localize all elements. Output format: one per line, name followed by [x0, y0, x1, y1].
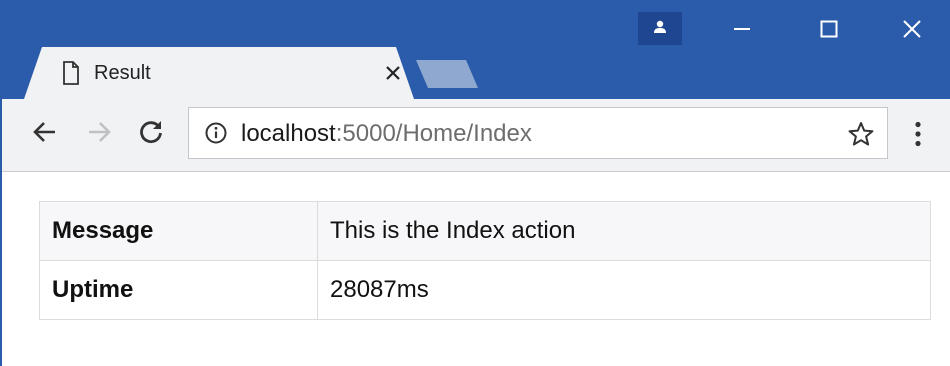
maximize-button[interactable]: [799, 6, 859, 50]
table-value: This is the Index action: [317, 201, 931, 261]
url-path: :5000/Home/Index: [335, 120, 532, 147]
back-button[interactable]: [28, 118, 62, 152]
profile-button[interactable]: [638, 12, 682, 45]
table-row: Message This is the Index action: [39, 201, 931, 261]
toolbar: localhost:5000/Home/Index: [2, 99, 950, 172]
reload-icon: [140, 121, 162, 144]
address-bar[interactable]: localhost:5000/Home/Index: [188, 107, 888, 159]
close-icon: [386, 66, 400, 80]
document-icon: [62, 61, 80, 90]
close-icon: [903, 20, 921, 38]
tab-close-button[interactable]: [380, 59, 406, 85]
browser-window: Result localhost:5000/Home/Index Message…: [0, 0, 950, 366]
maximize-icon: [820, 20, 838, 38]
url-host: localhost: [241, 120, 336, 147]
star-icon[interactable]: [848, 121, 874, 152]
person-icon: [654, 20, 666, 33]
table-key: Message: [39, 201, 318, 261]
forward-arrow-icon: [89, 122, 111, 142]
table-row: Uptime 28087ms: [39, 260, 931, 320]
tab-title: Result: [94, 62, 151, 84]
minimize-button[interactable]: [712, 6, 772, 50]
title-bar: Result: [2, 0, 950, 99]
close-window-button[interactable]: [882, 6, 942, 50]
info-table: Message This is the Index action Uptime …: [39, 201, 931, 320]
kebab-menu-icon[interactable]: [914, 121, 922, 152]
reload-button[interactable]: [134, 118, 168, 152]
forward-button[interactable]: [82, 118, 116, 152]
tab-result[interactable]: Result: [24, 47, 414, 99]
new-tab-button[interactable]: [416, 60, 478, 88]
page-content: Message This is the Index action Uptime …: [2, 172, 950, 366]
minimize-icon: [734, 28, 750, 30]
table-value: 28087ms: [317, 260, 931, 320]
info-icon[interactable]: [205, 122, 227, 149]
url-text[interactable]: localhost:5000/Home/Index: [241, 120, 532, 148]
table-key: Uptime: [39, 260, 318, 320]
back-arrow-icon: [33, 122, 55, 142]
